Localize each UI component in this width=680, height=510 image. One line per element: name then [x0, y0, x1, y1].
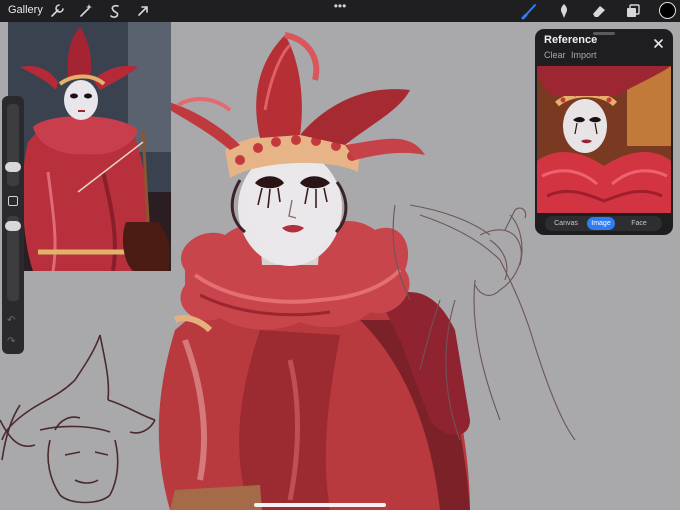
color-picker-swatch[interactable]: [659, 2, 676, 19]
reference-mode-tabs: Canvas Image Face: [545, 216, 662, 231]
brush-icon[interactable]: [521, 2, 539, 20]
brush-size-slider[interactable]: [7, 104, 19, 186]
painted-jester: [155, 32, 471, 510]
reference-title: Reference: [544, 34, 598, 46]
selection-icon[interactable]: [106, 2, 124, 20]
wrench-icon[interactable]: [48, 2, 66, 20]
import-button[interactable]: Import: [571, 50, 597, 60]
placed-photo-jester[interactable]: [8, 22, 171, 271]
gallery-button[interactable]: Gallery: [8, 4, 43, 16]
reference-image[interactable]: [537, 66, 671, 213]
tab-canvas[interactable]: Canvas: [548, 217, 584, 230]
close-icon[interactable]: [652, 37, 665, 50]
tab-image[interactable]: Image: [587, 217, 615, 230]
layers-icon[interactable]: [624, 2, 642, 20]
transform-arrow-icon[interactable]: [134, 2, 152, 20]
home-indicator[interactable]: [254, 503, 386, 507]
modify-button[interactable]: [8, 196, 18, 206]
brush-size-thumb[interactable]: [5, 162, 21, 172]
sidebar: ↶ ↷: [2, 96, 24, 354]
redo-icon[interactable]: ↷: [7, 336, 15, 347]
top-toolbar: Gallery •••: [0, 0, 680, 22]
clear-button[interactable]: Clear: [544, 50, 566, 60]
smudge-icon[interactable]: [555, 2, 573, 20]
eraser-icon[interactable]: [590, 2, 608, 20]
magic-wand-icon[interactable]: [77, 2, 95, 20]
opacity-thumb[interactable]: [5, 221, 21, 231]
sketch-character-left: [0, 334, 156, 504]
jester-photo-image: [8, 22, 171, 271]
undo-icon[interactable]: ↶: [7, 315, 15, 326]
tab-face[interactable]: Face: [621, 217, 657, 230]
reference-panel: Reference Clear Import Canvas Image Face: [535, 29, 673, 235]
more-options-icon[interactable]: •••: [332, 0, 348, 13]
reference-photo: [537, 66, 671, 213]
